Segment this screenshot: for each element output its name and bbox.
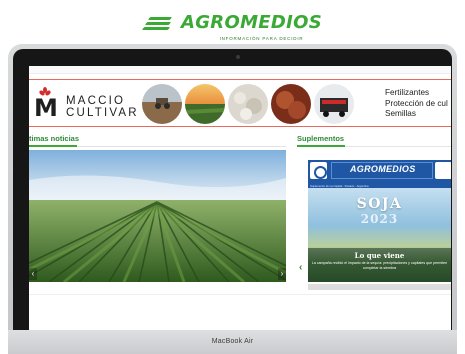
advertiser-name-line1: MACCIO bbox=[66, 95, 126, 107]
supplement-brand: AGROMEDIOS bbox=[350, 164, 416, 174]
ad-photo-truck bbox=[314, 84, 354, 124]
supplement-header: AGROMEDIOS bbox=[308, 160, 451, 182]
ad-product-list: Fertilizantes Protección de cul Semillas bbox=[385, 88, 448, 120]
brand-logo: AGROMEDIOS INFORMACIÓN PARA DECIDIR bbox=[0, 12, 465, 41]
newspaper-logo-icon bbox=[435, 162, 451, 179]
stage: AGROMEDIOS INFORMACIÓN PARA DECIDIR M MA… bbox=[0, 0, 465, 354]
section-title-supplements[interactable]: Suplementos bbox=[297, 134, 344, 143]
chevron-right-icon[interactable]: › bbox=[278, 268, 286, 280]
advertiser-name-line2: CULTIVAR bbox=[66, 107, 139, 119]
section-underline-news bbox=[29, 145, 77, 147]
supplement-description: La campaña recibió el impacto de la sequ… bbox=[311, 261, 448, 270]
maccio-monogram: M bbox=[34, 94, 58, 122]
ad-banner[interactable]: M MACCIO CULTIVAR Fertilizantes Protecci… bbox=[29, 79, 451, 127]
ad-photo-fertilizer bbox=[228, 84, 268, 124]
news-hero-image[interactable]: ‹ › bbox=[29, 150, 286, 282]
maccio-logo: M bbox=[34, 87, 58, 122]
supplement-thumbnail-strip bbox=[308, 284, 451, 290]
ad-product-item: Protección de cul bbox=[385, 98, 448, 108]
supplement-subtitle: Lo que viene bbox=[354, 251, 405, 260]
chevron-left-icon[interactable]: ‹ bbox=[29, 268, 37, 280]
supplement-prev-chevron-icon[interactable]: ‹ bbox=[299, 262, 302, 273]
section-title-news[interactable]: timas noticias bbox=[29, 134, 79, 143]
section-underline-supplements bbox=[297, 145, 345, 147]
ad-photo-tractor bbox=[142, 84, 182, 124]
ad-photo-strip bbox=[142, 84, 354, 124]
ad-photo-seeds bbox=[271, 84, 311, 124]
brand-tagline: INFORMACIÓN PARA DECIDIR bbox=[219, 35, 304, 41]
laptop-screen: M MACCIO CULTIVAR Fertilizantes Protecci… bbox=[29, 66, 451, 330]
newspaper-logo-icon bbox=[310, 162, 327, 179]
site-top-bar bbox=[29, 66, 451, 74]
logo-stripes-icon bbox=[141, 15, 179, 31]
supplement-cover[interactable]: AGROMEDIOS Suplemento de La Capital · Ro… bbox=[308, 160, 451, 282]
brand-name: AGROMEDIOS bbox=[181, 12, 322, 33]
device-label: MacBook Air bbox=[211, 338, 254, 345]
ad-photo-sunset-field bbox=[185, 84, 225, 124]
supplement-headline: SOJA bbox=[356, 196, 403, 212]
ad-product-item: Fertilizantes bbox=[385, 88, 430, 97]
camera-icon bbox=[236, 55, 240, 59]
advertiser-name: MACCIO CULTIVAR bbox=[66, 95, 139, 119]
ad-product-item: Semillas bbox=[385, 109, 416, 118]
content-divider bbox=[29, 294, 451, 295]
supplement-year: 2023 bbox=[360, 212, 399, 226]
